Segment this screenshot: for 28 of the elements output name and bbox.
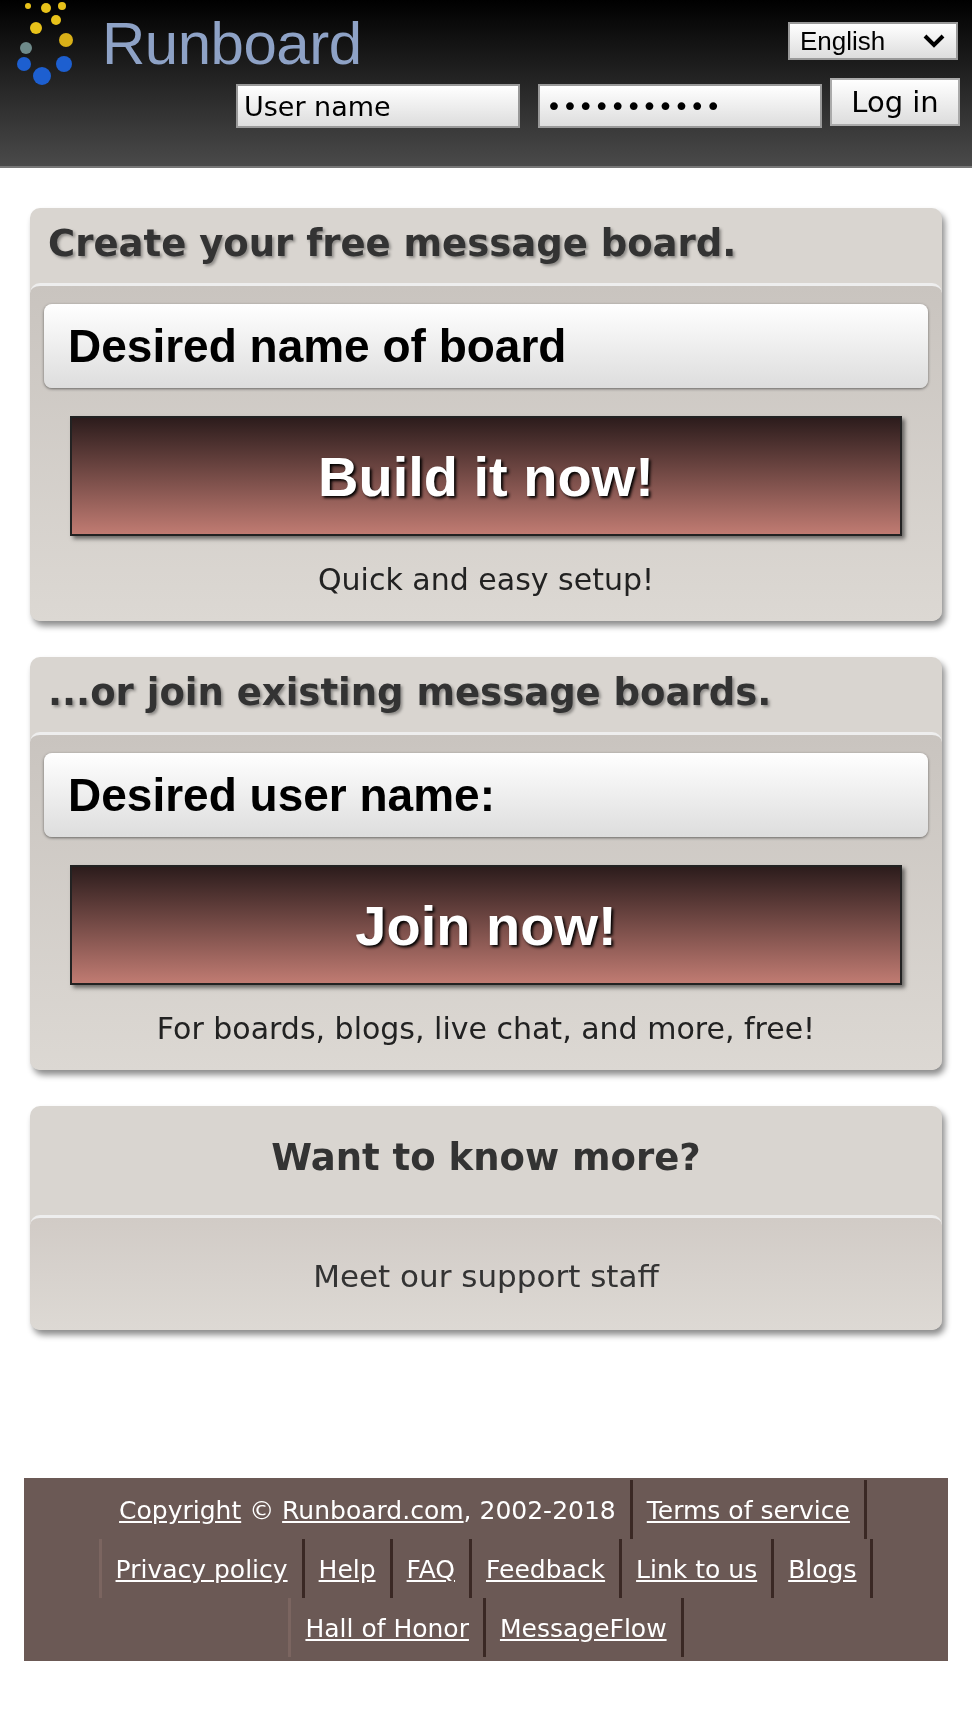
card-title: Create your free message board.: [47, 221, 738, 267]
card-note: For boards, blogs, live chat, and more, free!: [156, 1011, 816, 1046]
footer-link[interactable]: Feedback: [486, 1555, 606, 1584]
copyright-link[interactable]: Copyright: [119, 1496, 242, 1525]
footer-link[interactable]: Link to us: [636, 1555, 758, 1584]
input-field[interactable]: Desired name of board: [44, 304, 928, 388]
footer-link[interactable]: MessageFlow: [499, 1614, 667, 1643]
login-button[interactable]: Log in: [830, 78, 960, 126]
chevron-icon: [922, 33, 946, 49]
card-title: ...or join existing message boards.: [47, 670, 773, 716]
logo-text[interactable]: Runboard: [102, 8, 362, 78]
input-field[interactable]: Desired user name:: [44, 753, 928, 837]
card-note: Quick and easy setup!: [317, 562, 654, 597]
footer-link[interactable]: Blogs: [788, 1555, 857, 1584]
site-link[interactable]: Runboard.com: [282, 1496, 464, 1525]
footer-link[interactable]: FAQ: [406, 1555, 456, 1584]
copyright-symbol: ©: [248, 1496, 276, 1525]
footer-link[interactable]: Terms of service: [646, 1496, 850, 1525]
password-field[interactable]: •••••••••••: [538, 84, 822, 128]
footer-link[interactable]: Help: [318, 1555, 376, 1584]
footer-link[interactable]: Privacy policy: [115, 1555, 288, 1584]
copyright-years: , 2002-2018: [463, 1496, 616, 1525]
language-select[interactable]: English: [788, 22, 958, 60]
username-field[interactable]: User name: [236, 84, 520, 128]
footer-link[interactable]: Hall of Honor: [305, 1614, 469, 1643]
card-title: Want to know more?: [270, 1135, 702, 1181]
submit-button[interactable]: Join now!: [70, 865, 902, 985]
submit-button[interactable]: Build it now!: [70, 416, 902, 536]
